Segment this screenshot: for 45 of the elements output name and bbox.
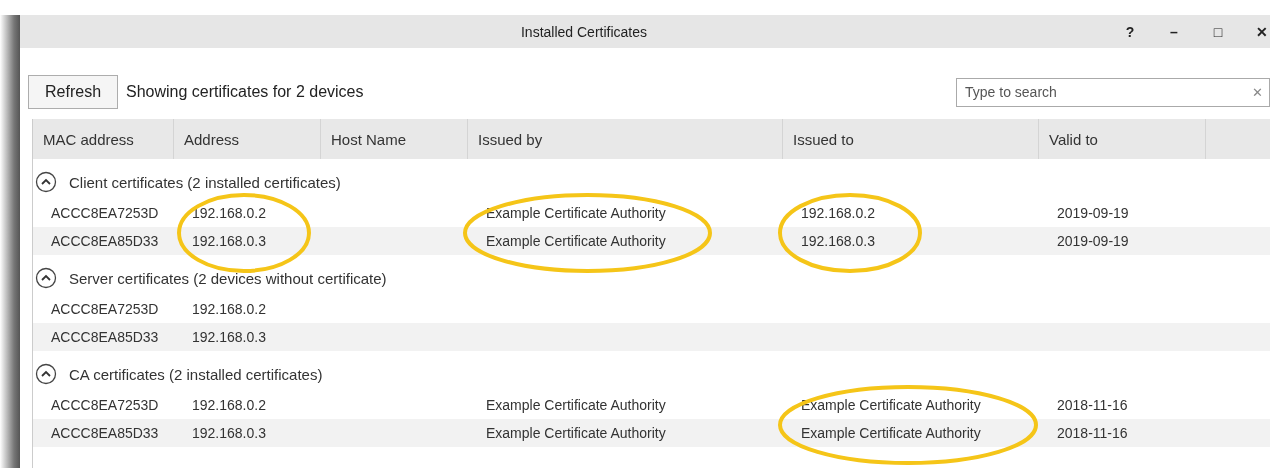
column-header[interactable]: Issued by (468, 119, 783, 159)
column-header[interactable]: MAC address (33, 119, 174, 159)
collapse-toggle[interactable] (35, 171, 57, 193)
column-header[interactable]: Valid to (1039, 119, 1206, 159)
table-cell-text: 2019-09-19 (1056, 233, 1130, 249)
column-header[interactable]: Issued to (783, 119, 1039, 159)
window-title: Installed Certificates (519, 23, 649, 40)
table-cell-text: ACCC8EA85D33 (50, 329, 160, 345)
table-cell-text: Example Certificate Authority (485, 397, 667, 413)
column-header[interactable]: Address (174, 119, 321, 159)
minimize-button[interactable]: – (1152, 23, 1196, 40)
group-title: Server certificates (2 devices without certificate) (69, 269, 387, 287)
maximize-button[interactable]: □ (1196, 23, 1240, 40)
table-cell-text: 192.168.0.3 (191, 425, 267, 441)
table-cell-text: 192.168.0.3 (191, 233, 267, 249)
table-cell-text: 2018-11-16 (1056, 425, 1129, 441)
table-cell-text: 2018-11-16 (1056, 397, 1129, 413)
status-text: Showing certificates for 2 devices (126, 83, 365, 101)
search-field[interactable]: Type to search ✕ (956, 77, 1270, 107)
table-cell-text: ACCC8EA7253D (50, 397, 160, 413)
column-header[interactable]: Host Name (321, 119, 468, 159)
table-cell-text: 192.168.0.3 (800, 233, 876, 249)
collapse-toggle[interactable] (35, 363, 57, 385)
table-cell-text: Example Certificate Authority (485, 425, 667, 441)
table-cell-text: ACCC8EA85D33 (50, 425, 160, 441)
table-cell-text: 2019-09-19 (1056, 205, 1130, 221)
table-cell-text: 192.168.0.2 (191, 301, 267, 317)
help-button[interactable]: ? (1108, 23, 1152, 40)
group-title: Client certificates (2 installed certificates) (69, 173, 341, 191)
table-cell-text: 192.168.0.2 (800, 205, 876, 221)
collapse-toggle[interactable] (35, 267, 57, 289)
close-button[interactable]: ✕ (1240, 23, 1270, 40)
table-cell-text: 192.168.0.2 (191, 397, 267, 413)
table-cell-text: Example Certificate Authority (800, 425, 982, 441)
table-cell-text: ACCC8EA7253D (50, 301, 160, 317)
refresh-button[interactable]: Refresh (28, 75, 119, 109)
group-title: CA certificates (2 installed certificates) (69, 365, 323, 383)
clear-button[interactable]: ✕ (1252, 84, 1263, 100)
table-cell-text: ACCC8EA7253D (50, 205, 160, 221)
table-cell-text: Example Certificate Authority (485, 233, 667, 249)
table-cell-text: Example Certificate Authority (485, 205, 667, 221)
table-cell-text: 192.168.0.2 (191, 205, 267, 221)
table-cell-text: ACCC8EA85D33 (50, 233, 160, 249)
table-cell-text: 192.168.0.3 (191, 329, 267, 345)
table-cell-text: Example Certificate Authority (800, 397, 982, 413)
